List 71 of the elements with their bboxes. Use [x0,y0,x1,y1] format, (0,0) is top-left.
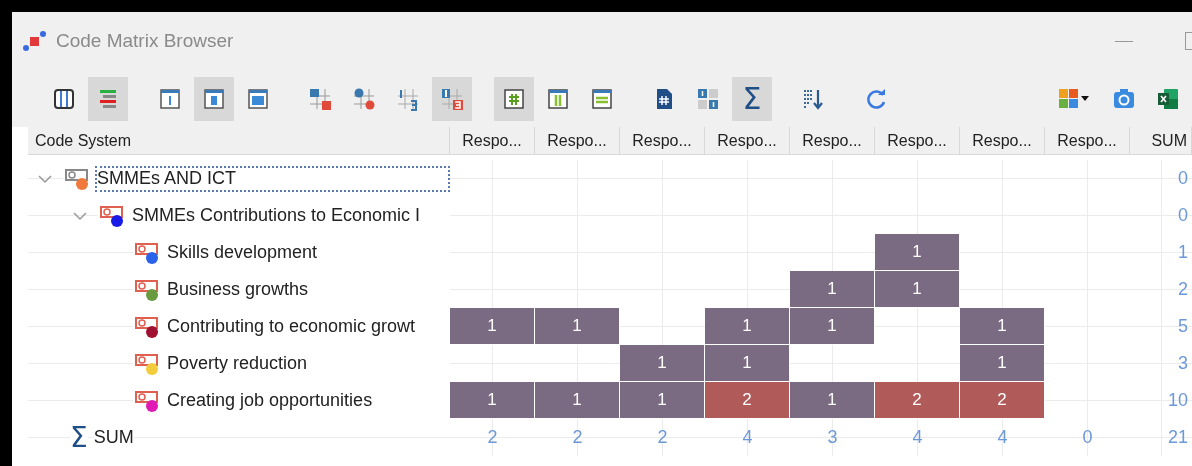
column-header[interactable]: Code System [28,127,450,155]
toolbar-button[interactable]: Σ [732,76,772,121]
row-sum: 10 [1167,390,1188,411]
columns-icon [52,86,76,111]
column-sum: 0 [1082,427,1093,448]
matrix-cell[interactable]: 1 [960,308,1045,345]
matrix-cell[interactable]: 1 [450,308,535,345]
column-sum: 3 [827,427,838,448]
puzzle-dropdown-icon [1058,86,1090,111]
matrix-cell[interactable]: 2 [875,382,960,419]
column-header[interactable]: Respo... [450,127,535,155]
minimize-button[interactable] [1115,40,1133,42]
column-header[interactable]: SUM [1130,127,1192,155]
matrix-cell[interactable]: 2 [705,382,790,419]
column-header[interactable]: Respo... [705,127,790,155]
window-frame-icon [158,86,182,111]
app-logo-icon [22,30,48,52]
code-label[interactable]: SMMEs AND ICT [95,165,450,192]
matrix-cell[interactable] [620,308,705,345]
matrix-cell[interactable]: 1 [620,382,705,419]
grid-squares-icon [308,86,332,111]
matrix-cell[interactable]: 1 [705,345,790,382]
column-header[interactable]: Respo... [1045,127,1130,155]
column-header[interactable]: Respo... [620,127,705,155]
column-sum: 4 [912,427,923,448]
camera-icon [1112,86,1136,111]
column-sum: 4 [742,427,753,448]
total-sum: 21 [1167,427,1188,448]
window-frame-icon [202,86,226,111]
matrix-cell[interactable] [790,345,875,382]
horizontal-lines-icon [590,86,614,111]
matrix-cell[interactable]: 1 [875,271,960,308]
toolbar-button[interactable] [494,76,534,121]
row-sum: 0 [1178,168,1188,189]
row-sum: 3 [1178,353,1188,374]
matrix-cell[interactable]: 1 [705,308,790,345]
matrix-cell[interactable]: 1 [790,271,875,308]
column-sum: 2 [572,427,583,448]
column-header[interactable]: Respo... [960,127,1045,155]
row-sum: 0 [1178,205,1188,226]
matrix-cell[interactable]: 1 [535,382,620,419]
row-sum: 5 [1178,316,1188,337]
matrix-cell[interactable]: 1 [620,345,705,382]
grid-ones-icon [696,86,720,111]
matrix-cell[interactable]: 1 [875,234,960,271]
column-sum: 2 [487,427,498,448]
row-sum: 2 [1178,279,1188,300]
grid-numbers-icon [396,86,420,111]
row-sum: 1 [1178,242,1188,263]
matrix-cell[interactable]: 1 [790,382,875,419]
spreadsheet-icon [1156,86,1180,111]
matrix-cell[interactable]: 1 [960,345,1045,382]
column-header[interactable]: Respo... [535,127,620,155]
column-sum: 2 [657,427,668,448]
hash-grid-icon [502,86,526,111]
matrix-cell[interactable]: 1 [450,382,535,419]
refresh-icon [864,86,888,111]
window-frame-icon [246,86,270,111]
matrix-cell[interactable] [875,308,960,345]
grid-numbers-icon [440,86,464,111]
column-header[interactable]: Respo... [875,127,960,155]
column-header[interactable]: Respo... [790,127,875,155]
window-title: Code Matrix Browser [56,30,235,52]
matrix-cell[interactable] [535,345,620,382]
grid-circles-icon [352,86,376,111]
column-sum: 4 [997,427,1008,448]
matrix-cell[interactable]: 1 [535,308,620,345]
matrix-cell[interactable]: 2 [960,382,1045,419]
maximize-button[interactable] [1185,32,1192,50]
matrix-cell[interactable]: 1 [790,308,875,345]
vertical-bars-icon [546,86,570,111]
